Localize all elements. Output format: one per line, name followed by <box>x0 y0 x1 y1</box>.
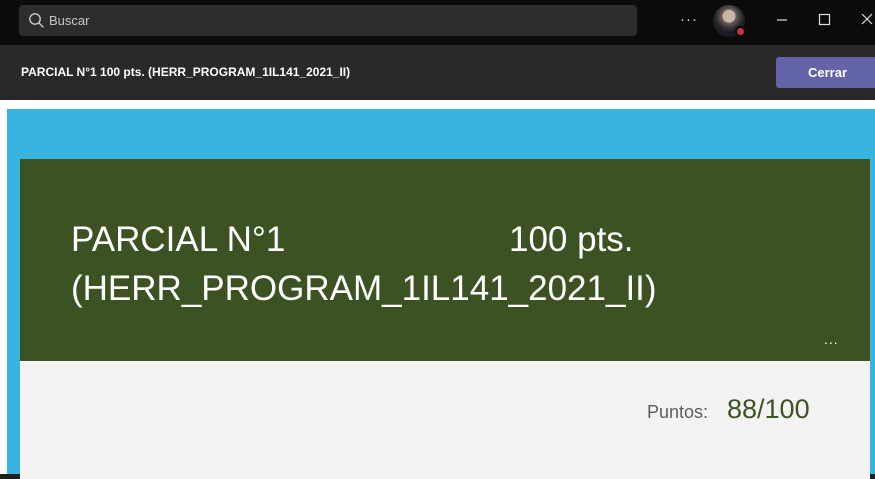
page-title: PARCIAL N°1 100 pts. (HERR_PROGRAM_1IL14… <box>21 65 351 79</box>
form-background: PARCIAL N°1 100 pts. (HERR_PROGRAM_1IL14… <box>7 109 875 479</box>
search-placeholder: Buscar <box>49 13 90 28</box>
points-value: 88/100 <box>727 394 810 424</box>
presence-status-icon <box>735 26 746 37</box>
content-area: PARCIAL N°1 100 pts. (HERR_PROGRAM_1IL14… <box>0 100 875 479</box>
form-title: PARCIAL N°1 100 pts. (HERR_PROGRAM_1IL14… <box>71 220 657 308</box>
form-banner: PARCIAL N°1 100 pts. (HERR_PROGRAM_1IL14… <box>20 159 870 361</box>
close-window-button[interactable] <box>851 4 875 36</box>
app-header: PARCIAL N°1 100 pts. (HERR_PROGRAM_1IL14… <box>0 45 875 100</box>
points-label: Puntos: <box>647 402 709 422</box>
search-input[interactable]: Buscar <box>19 5 637 36</box>
banner-menu-button[interactable]: ... <box>824 331 839 347</box>
title-bar: Buscar ··· <box>0 0 875 45</box>
minimize-button[interactable] <box>765 4 799 36</box>
maximize-button[interactable] <box>808 4 842 36</box>
avatar[interactable] <box>713 5 746 37</box>
close-button[interactable]: Cerrar <box>776 57 875 88</box>
search-icon <box>29 13 44 28</box>
more-options-button[interactable]: ··· <box>679 8 699 32</box>
form-card: PARCIAL N°1 100 pts. (HERR_PROGRAM_1IL14… <box>20 159 870 479</box>
